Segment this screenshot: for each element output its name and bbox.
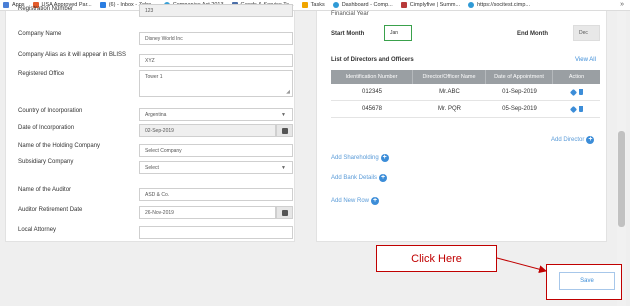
- table-row: 045678 Mr. PQR 05-Sep-2019: [331, 101, 600, 118]
- click-here-callout: Click Here: [376, 245, 497, 272]
- country-value: Argentina: [145, 112, 167, 118]
- plus-circle-icon: +: [371, 197, 380, 205]
- calendar-icon[interactable]: [276, 124, 293, 137]
- holding-company-input[interactable]: Select Company: [139, 144, 293, 157]
- holding-company-label: Name of the Holding Company: [18, 143, 101, 149]
- company-alias-input[interactable]: XYZ: [139, 54, 293, 67]
- registered-office-textarea[interactable]: Tower 1 ◢: [139, 70, 293, 97]
- plus-circle-icon: +: [380, 154, 389, 162]
- plus-circle-icon: +: [379, 174, 388, 182]
- registered-office-value: Tower 1: [145, 74, 163, 80]
- date-cell: 01-Sep-2019: [502, 89, 537, 95]
- add-bank-details-button[interactable]: Add Bank Details +: [331, 174, 388, 182]
- add-new-row-button[interactable]: Add New Row +: [331, 197, 380, 205]
- registration-label: Registration Number: [18, 6, 74, 12]
- add-bank-details-label: Add Bank Details: [331, 175, 378, 181]
- id-cell: 045678: [361, 106, 383, 112]
- date-incorporation-label: Date of Incorporation: [18, 125, 75, 131]
- table-header: Identification Number Director/Officer N…: [331, 70, 600, 84]
- company-details-panel: Registration Number 123 Company Name Dis…: [5, 4, 295, 242]
- bookmark-favicon-icon: [332, 2, 339, 8]
- company-name-input[interactable]: Disney World Inc: [139, 32, 293, 45]
- end-month-label: End Month: [517, 31, 548, 37]
- add-director-label: Add Director: [551, 137, 585, 143]
- page-scrollbar[interactable]: [617, 11, 626, 306]
- registration-input[interactable]: 123: [139, 4, 293, 17]
- table-row: 012345 Mr.ABC 01-Sep-2019: [331, 84, 600, 101]
- company-name-label: Company Name: [18, 31, 62, 37]
- subsidiary-label: Subsidiary Company: [18, 159, 74, 165]
- auditor-retirement-input[interactable]: 26-Nov-2019: [139, 206, 276, 219]
- financial-year-heading: Financial Year: [331, 11, 369, 17]
- registered-office-label: Registered Office: [18, 71, 65, 77]
- name-cell: Mr. PQR: [437, 106, 461, 112]
- bookmarks-more-icon[interactable]: »: [620, 1, 624, 8]
- bookmark-favicon-icon: [468, 2, 475, 8]
- directors-heading: List of Directors and Officers: [331, 57, 414, 63]
- auditor-retirement-label: Auditor Retirement Date: [18, 207, 83, 213]
- column-header[interactable]: Date of Appointment: [486, 70, 553, 84]
- chevron-down-icon: ▼: [281, 112, 286, 118]
- scrollbar-thumb[interactable]: [618, 131, 625, 227]
- directors-table: Identification Number Director/Officer N…: [331, 70, 600, 118]
- country-label: Country of Incorporation: [18, 108, 83, 114]
- save-highlight-box: Save: [546, 264, 622, 300]
- edit-icon[interactable]: [569, 105, 577, 113]
- country-select[interactable]: Argentina ▼: [139, 108, 293, 121]
- date-incorporation-input[interactable]: 02-Sep-2019: [139, 124, 276, 137]
- calendar-icon[interactable]: [276, 206, 293, 219]
- column-header[interactable]: Identification Number: [331, 70, 413, 84]
- tasks-icon: [301, 2, 308, 8]
- auditor-input[interactable]: ASD & Co.: [139, 188, 293, 201]
- action-cell: [553, 84, 600, 100]
- view-all-link[interactable]: View All: [575, 57, 596, 63]
- subsidiary-select[interactable]: Select ▼: [139, 161, 293, 174]
- bookmark-dashboard[interactable]: Dashboard - Comp...: [332, 2, 393, 8]
- save-button[interactable]: Save: [559, 272, 615, 290]
- action-cell: [553, 101, 600, 117]
- mail-icon: [99, 2, 106, 8]
- apps-icon: [3, 2, 9, 8]
- delete-icon[interactable]: [578, 106, 583, 112]
- add-new-row-label: Add New Row: [331, 198, 370, 204]
- plus-circle-icon: +: [586, 136, 595, 144]
- subsidiary-value: Select: [145, 165, 159, 171]
- start-month-label: Start Month: [331, 31, 365, 37]
- end-month-input[interactable]: Dec: [573, 25, 600, 41]
- resize-handle-icon[interactable]: ◢: [286, 89, 290, 95]
- column-header[interactable]: Action: [553, 70, 600, 84]
- add-shareholding-button[interactable]: Add Shareholding +: [331, 154, 389, 162]
- edit-icon[interactable]: [569, 88, 577, 96]
- bookmark-favicon-icon: [400, 2, 407, 8]
- local-attorney-input[interactable]: [139, 226, 293, 239]
- bookmark-cimplyfive[interactable]: Cimplyfive | Summ...: [400, 2, 460, 8]
- add-shareholding-label: Add Shareholding: [331, 155, 379, 161]
- bookmark-socitest[interactable]: https://socitest.cimp...: [468, 2, 530, 8]
- start-month-input[interactable]: Jan: [384, 25, 412, 41]
- id-cell: 012345: [361, 89, 383, 95]
- add-director-button[interactable]: Add Director +: [551, 136, 595, 144]
- column-header[interactable]: Director/Officer Name: [413, 70, 486, 84]
- auditor-label: Name of the Auditor: [18, 187, 72, 193]
- local-attorney-label: Local Attorney: [18, 227, 57, 233]
- bookmarks-bar: Apps USA Approved Par... (6) - Inbox - Z…: [0, 0, 630, 11]
- name-cell: Mr.ABC: [439, 89, 460, 95]
- chevron-down-icon: ▼: [281, 165, 286, 171]
- date-cell: 05-Sep-2019: [502, 106, 537, 112]
- financial-directors-panel: Financial Year Start Month Jan End Month…: [316, 11, 607, 242]
- company-alias-label: Company Alias as it will appear in BLISS: [18, 52, 127, 58]
- delete-icon[interactable]: [578, 89, 583, 95]
- bookmark-tasks[interactable]: Tasks: [301, 2, 325, 8]
